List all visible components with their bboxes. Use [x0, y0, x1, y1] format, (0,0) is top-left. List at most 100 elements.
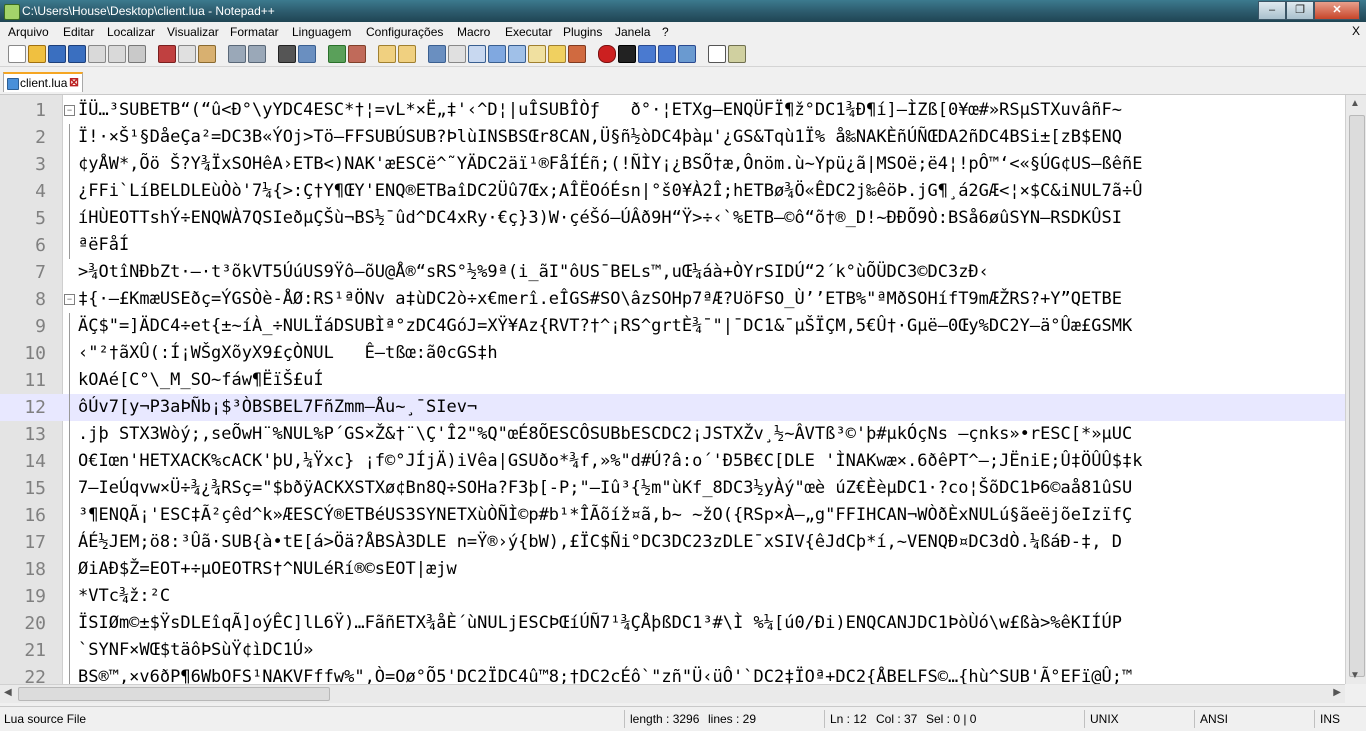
menu-executar[interactable]: Executar: [505, 25, 552, 39]
line-text[interactable]: ÁÉ½JEM;ö8:³Ûã·SUB{à•tE[á>Öä?ÅBSÀ3DLE n=Ÿ…: [78, 529, 1122, 556]
zoom-in-icon[interactable]: [328, 45, 346, 63]
paste-icon[interactable]: [198, 45, 216, 63]
replace-icon[interactable]: [298, 45, 316, 63]
minimize-button[interactable]: –: [1258, 1, 1286, 20]
code-line[interactable]: 19 *VTc¾ž:²C: [0, 583, 1345, 610]
record-macro-icon[interactable]: [598, 45, 616, 63]
scroll-left-icon[interactable]: ◀: [4, 687, 12, 698]
menu-arquivo[interactable]: Arquivo: [8, 25, 49, 39]
code-line[interactable]: 10 ‹"²†ãXÛ(:Í¡WŠgXõyX9£çÒNUL Ê–tßœ:ã0cGS‡…: [0, 340, 1345, 367]
menu-localizar[interactable]: Localizar: [107, 25, 155, 39]
menu-janela[interactable]: Janela: [615, 25, 650, 39]
scroll-down-icon[interactable]: ▼: [1350, 670, 1360, 681]
code-line[interactable]: 2 Ï!·×Š¹§DåeÇa²=DC3B«ÝOj>Tö–FFSUBÚSUB?Þlù…: [0, 124, 1345, 151]
line-text[interactable]: `SYNF×WŒ$täôÞSùŸ¢ìDC1Ú»: [78, 637, 313, 664]
code-line[interactable]: 21 `SYNF×WŒ$täôÞSùŸ¢ìDC1Ú»: [0, 637, 1345, 664]
line-text[interactable]: >¾OtîNÐbZt·–·t³õkVT5ÚúUS9Ÿô–õU@Å®“sRS°½%…: [78, 259, 989, 286]
line-text[interactable]: 7—IeÚqvw×Ü÷¾¿¾RSç="$bðÿACKXSTXø¢Bn8Q÷SOH…: [78, 475, 1132, 502]
spell-check-icon[interactable]: [708, 45, 726, 63]
menu-plugins[interactable]: Plugins: [563, 25, 602, 39]
editor[interactable]: 1 ÏÜ…³SUBETB“(“û<Ð°\yYDC4ESC*†¦=vL*×Ë„‡'‹…: [0, 95, 1345, 684]
line-text[interactable]: íHÙEOTTshÝ÷ENQWÀ7QSIeðµÇŠù¬BS½¯ûd^DC4xRy…: [78, 205, 1122, 232]
code-line[interactable]: 6 ªëFåÍ: [0, 232, 1345, 259]
monitoring-icon[interactable]: [568, 45, 586, 63]
tab-client-lua[interactable]: client.lua ⊠: [3, 72, 83, 92]
code-line[interactable]: 3 ¢yÅW*,Õö Š?Y¾ÏxSOHêA›ETB<)NAK'æESCë^˜YÄ…: [0, 151, 1345, 178]
menu-configuracoes[interactable]: Configurações: [366, 25, 443, 39]
menu-macro[interactable]: Macro: [457, 25, 490, 39]
copy-icon[interactable]: [178, 45, 196, 63]
menu-visualizar[interactable]: Visualizar: [167, 25, 219, 39]
open-file-icon[interactable]: [28, 45, 46, 63]
menu-help[interactable]: ?: [662, 25, 669, 39]
menu-formatar[interactable]: Formatar: [230, 25, 279, 39]
doc-map-icon[interactable]: [508, 45, 526, 63]
code-line[interactable]: 9 ÄÇ$"=]ÄDC4÷et{±~íÀ_÷NULÏáDSUBÌª°zDC4GóJ…: [0, 313, 1345, 340]
close-window-button[interactable]: ✕: [1314, 1, 1360, 20]
folder-workspace-icon[interactable]: [548, 45, 566, 63]
code-line[interactable]: 7 >¾OtîNÐbZt·–·t³õkVT5ÚúUS9Ÿô–õU@Å®“sRS°½…: [0, 259, 1345, 286]
new-file-icon[interactable]: [8, 45, 26, 63]
line-text[interactable]: *VTc¾ž:²C: [78, 583, 170, 610]
spell-check-settings-icon[interactable]: [728, 45, 746, 63]
close-file-icon[interactable]: [88, 45, 106, 63]
code-line[interactable]: 5 íHÙEOTTshÝ÷ENQWÀ7QSIeðµÇŠù¬BS½¯ûd^DC4xR…: [0, 205, 1345, 232]
play-macro-icon[interactable]: [638, 45, 656, 63]
code-line[interactable]: 11 kOAé[C°\_M_SO~fáw¶ËïŠ£uÍ: [0, 367, 1345, 394]
user-language-icon[interactable]: [488, 45, 506, 63]
line-text[interactable]: ÏÜ…³SUBETB“(“û<Ð°\yYDC4ESC*†¦=vL*×Ë„‡'‹^…: [78, 97, 1122, 124]
code-line[interactable]: 20 ÏSIØm©±$ŸsDLEîqÃ]oýÊC]lL6Ÿ)…FãñETX¾åÈ´…: [0, 610, 1345, 637]
save-icon[interactable]: [48, 45, 66, 63]
line-text[interactable]: ÏSIØm©±$ŸsDLEîqÃ]oýÊC]lL6Ÿ)…FãñETX¾åÈ´ùN…: [78, 610, 1122, 637]
line-text[interactable]: .jþ STX3Wòý;,seÕwH¨%NUL%P´GS×Ž&†¨\Ç'Î2"%…: [78, 421, 1132, 448]
line-text[interactable]: kOAé[C°\_M_SO~fáw¶ËïŠ£uÍ: [78, 367, 324, 394]
print-icon[interactable]: [128, 45, 146, 63]
fold-toggle-icon[interactable]: −: [64, 294, 75, 305]
line-text[interactable]: ¢yÅW*,Õö Š?Y¾ÏxSOHêA›ETB<)NAK'æESCë^˜YÄD…: [78, 151, 1142, 178]
line-text[interactable]: ôÚv7[y¬P3aÞÑb¡$³ÒBSBEL7FñZmm–Åu~¸¯SIev¬: [78, 394, 477, 421]
show-all-characters-icon[interactable]: [448, 45, 466, 63]
maximize-button[interactable]: ❐: [1286, 1, 1314, 20]
function-list-icon[interactable]: [528, 45, 546, 63]
word-wrap-icon[interactable]: [428, 45, 446, 63]
close-tab-icon[interactable]: ⊠: [69, 75, 79, 89]
undo-icon[interactable]: [228, 45, 246, 63]
line-text[interactable]: Ï!·×Š¹§DåeÇa²=DC3B«ÝOj>Tö–FFSUBÚSUB?ÞlùI…: [78, 124, 1122, 151]
zoom-out-icon[interactable]: [348, 45, 366, 63]
save-all-icon[interactable]: [68, 45, 86, 63]
line-text[interactable]: ªëFåÍ: [78, 232, 129, 259]
horizontal-scroll-thumb[interactable]: [18, 687, 330, 701]
scroll-right-icon[interactable]: ▶: [1333, 687, 1341, 698]
horizontal-scrollbar[interactable]: ◀ ▶: [0, 684, 1345, 703]
line-text[interactable]: ‡{·–£KmæUSEðç=ÝGSÒè-ÅØ:RS¹ªÖNv a‡ùDC2ò÷x…: [78, 286, 1122, 313]
menu-linguagem[interactable]: Linguagem: [292, 25, 351, 39]
cut-icon[interactable]: [158, 45, 176, 63]
sync-horizontal-icon[interactable]: [398, 45, 416, 63]
save-macro-icon[interactable]: [678, 45, 696, 63]
code-line[interactable]: 18 ØiAÐ$Ž=EOT+÷µOEOTRS†^NULéRí®©sEOT|æjw: [0, 556, 1345, 583]
line-text[interactable]: ‹"²†ãXÛ(:Í¡WŠgXõyX9£çÒNUL Ê–tßœ:ã0cGS‡h: [78, 340, 498, 367]
vertical-scroll-thumb[interactable]: [1349, 115, 1365, 677]
scroll-up-icon[interactable]: ▲: [1350, 98, 1360, 109]
menu-editar[interactable]: Editar: [63, 25, 94, 39]
code-line[interactable]: 13 .jþ STX3Wòý;,seÕwH¨%NUL%P´GS×Ž&†¨\Ç'Î2…: [0, 421, 1345, 448]
stop-macro-icon[interactable]: [618, 45, 636, 63]
line-text[interactable]: ³¶ENQÃ¡'ESC‡Ã²çêd^k»ÆESCÝ®ETBéUS3SYNETXù…: [78, 502, 1132, 529]
redo-icon[interactable]: [248, 45, 266, 63]
line-text[interactable]: ØiAÐ$Ž=EOT+÷µOEOTRS†^NULéRí®©sEOT|æjw: [78, 556, 457, 583]
code-line[interactable]: 22 BS®™,×v6ðP¶6WbOFS¹NAKVFffw%",Ò=Oø°Õ5'D…: [0, 664, 1345, 684]
fold-toggle-icon[interactable]: −: [64, 105, 75, 116]
line-text[interactable]: ÄÇ$"=]ÄDC4÷et{±~íÀ_÷NULÏáDSUBÌª°zDC4GóJ=…: [78, 313, 1132, 340]
find-icon[interactable]: [278, 45, 296, 63]
code-line[interactable]: 15 7—IeÚqvw×Ü÷¾¿¾RSç="$bðÿACKXSTXø¢Bn8Q÷S…: [0, 475, 1345, 502]
code-line[interactable]: 4 ¿FFi`LíBELDLEùÒò'7¼{>:Ç†Y¶ŒY'ENQ®ETBaîD…: [0, 178, 1345, 205]
indent-guide-icon[interactable]: [468, 45, 486, 63]
line-text[interactable]: O€Iœn'HETXACK%cACK'þU,¼Ÿxc} ¡f©°JÍjÄ)iVê…: [78, 448, 1142, 475]
play-macro-multiple-icon[interactable]: [658, 45, 676, 63]
code-line[interactable]: 12 ôÚv7[y¬P3aÞÑb¡$³ÒBSBEL7FñZmm–Åu~¸¯SIev…: [0, 394, 1345, 421]
line-text[interactable]: BS®™,×v6ðP¶6WbOFS¹NAKVFffw%",Ò=Oø°Õ5'DC2…: [78, 664, 1132, 684]
line-text[interactable]: ¿FFi`LíBELDLEùÒò'7¼{>:Ç†Y¶ŒY'ENQ®ETBaîDC…: [78, 178, 1142, 205]
close-document-button[interactable]: X: [1352, 24, 1360, 38]
code-line[interactable]: 8 ‡{·–£KmæUSEðç=ÝGSÒè-ÅØ:RS¹ªÖNv a‡ùDC2ò÷…: [0, 286, 1345, 313]
code-line[interactable]: 1 ÏÜ…³SUBETB“(“û<Ð°\yYDC4ESC*†¦=vL*×Ë„‡'‹…: [0, 97, 1345, 124]
